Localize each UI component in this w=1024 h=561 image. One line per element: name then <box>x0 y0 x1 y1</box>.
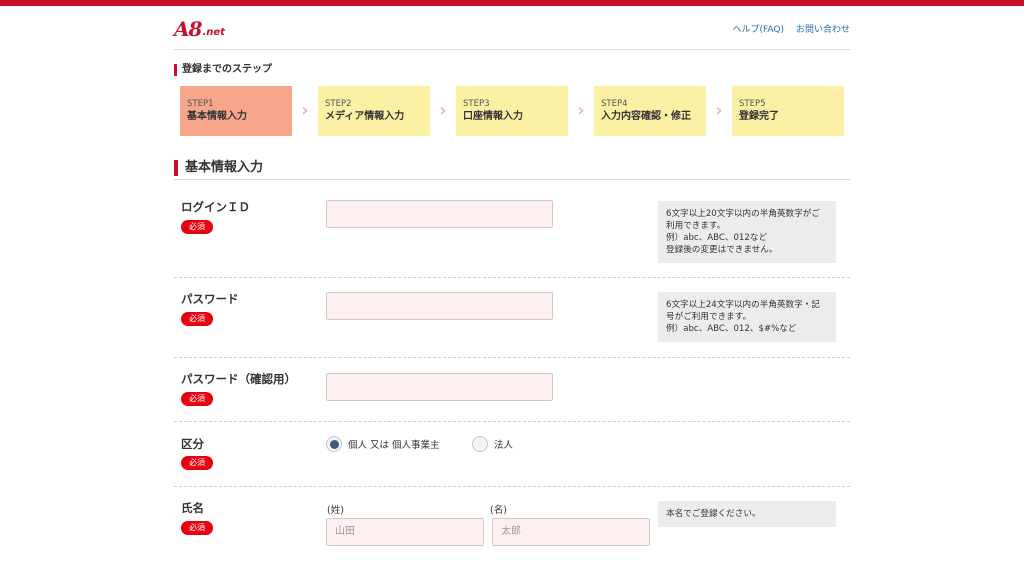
required-badge: 必須 <box>181 220 213 234</box>
logo-text: A8 <box>174 17 202 41</box>
site-header: A8 .net ヘルプ(FAQ) お問い合わせ <box>174 14 850 50</box>
chevron-right-icon: › <box>439 100 447 121</box>
first-name-input[interactable]: 太郎 <box>492 518 650 546</box>
password-confirm-row: パスワード（確認用） 必須 <box>174 358 850 422</box>
contact-link[interactable]: お問い合わせ <box>796 22 850 35</box>
chevron-right-icon: › <box>577 100 585 121</box>
step-label: メディア情報入力 <box>325 111 405 122</box>
logo-suffix: .net <box>202 26 225 38</box>
step-number: STEP3 <box>463 99 490 109</box>
step-label: 入力内容確認・修正 <box>601 111 691 122</box>
chevron-right-icon: › <box>715 100 723 121</box>
last-name-input[interactable]: 山田 <box>326 518 484 546</box>
required-badge: 必須 <box>181 456 213 470</box>
step-1: STEP1 基本情報入力 <box>180 86 292 136</box>
step-4: STEP4 入力内容確認・修正 <box>594 86 706 136</box>
password-input[interactable] <box>326 292 553 320</box>
step-2: STEP2 メディア情報入力 <box>318 86 430 136</box>
section-title: 基本情報入力 <box>174 160 850 180</box>
step-number: STEP2 <box>325 99 352 109</box>
step-number: STEP5 <box>739 99 766 109</box>
login-id-label: ログインＩＤ <box>181 200 250 214</box>
category-individual-radio[interactable]: 個人 又は 個人事業主 <box>326 436 440 452</box>
step-number: STEP1 <box>187 99 214 109</box>
radio-selected-icon[interactable] <box>326 436 342 452</box>
required-badge: 必須 <box>181 392 213 406</box>
password-confirm-input[interactable] <box>326 373 553 401</box>
section-title-text: 基本情報入力 <box>174 160 263 176</box>
category-label: 区分 <box>181 437 204 451</box>
step-number: STEP4 <box>601 99 628 109</box>
first-name-label: (名) <box>490 505 507 516</box>
radio-label: 法人 <box>494 440 514 451</box>
help-faq-link[interactable]: ヘルプ(FAQ) <box>733 22 784 35</box>
password-confirm-label: パスワード（確認用） <box>181 372 296 386</box>
login-id-input[interactable] <box>326 200 553 228</box>
category-row: 区分 必須 個人 又は 個人事業主 法人 <box>174 422 850 487</box>
top-brand-bar <box>0 0 1024 6</box>
password-hint: 6文字以上24文字以内の半角英数字・記号がご利用できます。 例）abc、ABC、… <box>658 292 836 342</box>
step-5: STEP5 登録完了 <box>732 86 844 136</box>
steps-heading: 登録までのステップ <box>174 64 272 76</box>
step-label: 登録完了 <box>739 111 779 122</box>
name-hint: 本名でご登録ください。 <box>658 501 836 527</box>
header-links: ヘルプ(FAQ) お問い合わせ <box>733 22 850 35</box>
required-badge: 必須 <box>181 312 213 326</box>
last-name-label: (姓) <box>327 505 344 516</box>
required-badge: 必須 <box>181 521 213 535</box>
login-id-hint: 6文字以上20文字以内の半角英数字がご利用できます。 例）abc、ABC、012… <box>658 201 836 263</box>
login-id-row: ログインＩＤ 必須 6文字以上20文字以内の半角英数字がご利用できます。 例）a… <box>174 188 850 278</box>
category-corporation-radio[interactable]: 法人 <box>472 436 513 452</box>
chevron-right-icon: › <box>301 100 309 121</box>
password-row: パスワード 必須 6文字以上24文字以内の半角英数字・記号がご利用できます。 例… <box>174 278 850 358</box>
step-3: STEP3 口座情報入力 <box>456 86 568 136</box>
step-label: 基本情報入力 <box>187 111 247 122</box>
step-label: 口座情報入力 <box>463 111 523 122</box>
name-label: 氏名 <box>181 501 204 515</box>
radio-unselected-icon[interactable] <box>472 436 488 452</box>
registration-steps: STEP1 基本情報入力 › STEP2 メディア情報入力 › STEP3 口座… <box>180 86 845 136</box>
radio-label: 個人 又は 個人事業主 <box>348 440 440 451</box>
a8net-logo[interactable]: A8 .net <box>174 16 225 42</box>
name-row: 氏名 必須 (姓) (名) 山田 太郎 本名でご登録ください。 <box>174 487 850 561</box>
password-label: パスワード <box>181 292 239 306</box>
